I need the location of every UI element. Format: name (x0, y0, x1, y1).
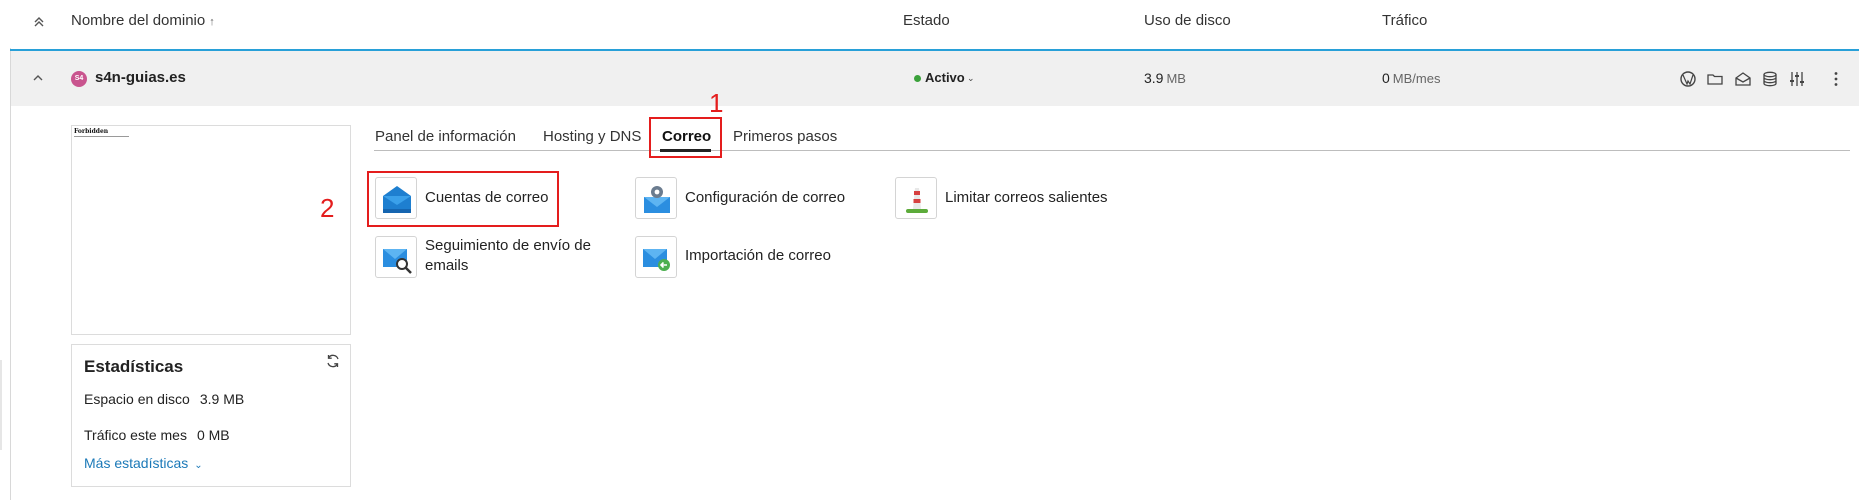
mail-tracking-tool[interactable] (375, 236, 417, 278)
stats-traffic-row: Tráfico este mes 0 MB (84, 427, 230, 443)
disk-usage-number: 3.9 (1144, 70, 1164, 86)
mail-import-label[interactable]: Importación de correo (685, 246, 831, 266)
wordpress-icon[interactable] (1678, 69, 1698, 89)
column-traffic[interactable]: Tráfico (1382, 12, 1427, 29)
tab-primeros-pasos[interactable]: Primeros pasos (733, 128, 837, 145)
status-dropdown[interactable]: Activo (925, 70, 965, 85)
mail-accounts-icon[interactable] (375, 177, 417, 219)
mail-tracking-label-line2: emails (425, 257, 469, 274)
chevron-down-icon[interactable]: ⌄ (967, 73, 975, 84)
stats-disk-label: Espacio en disco (84, 391, 190, 407)
statistics-title: Estadísticas (84, 357, 184, 376)
annotation-number-1: 1 (709, 88, 724, 118)
limit-outgoing-label[interactable]: Limitar correos salientes (945, 188, 1108, 208)
mail-tracking-icon[interactable] (375, 236, 417, 278)
mail-accounts-tool[interactable] (375, 177, 417, 219)
traffic-number: 0 (1382, 70, 1390, 86)
column-domain-label: Nombre del dominio (71, 12, 206, 29)
refresh-icon[interactable] (325, 353, 341, 369)
limit-outgoing-tool[interactable] (895, 177, 937, 219)
mail-settings-label[interactable]: Configuración de correo (685, 188, 845, 208)
collapse-all-icon[interactable] (28, 12, 50, 32)
sort-ascending-icon: ↑ (209, 16, 215, 28)
status-indicator (914, 75, 921, 82)
tab-hosting-dns[interactable]: Hosting y DNS (543, 128, 641, 145)
mail-import-tool[interactable] (635, 236, 677, 278)
column-status[interactable]: Estado (903, 12, 950, 29)
mail-tracking-label-line1: Seguimiento de envío de (425, 237, 591, 254)
tab-panel-informacion[interactable]: Panel de información (375, 128, 516, 145)
mail-settings-tool[interactable] (635, 177, 677, 219)
stats-disk-row: Espacio en disco 3.9 MB (84, 391, 244, 407)
mail-settings-icon[interactable] (635, 177, 677, 219)
left-edge-strip (0, 360, 2, 450)
tabs-divider (374, 150, 1850, 151)
disk-usage-unit: MB (1166, 71, 1186, 86)
folder-icon[interactable] (1705, 69, 1725, 89)
chevron-up-icon[interactable] (30, 70, 46, 86)
stats-traffic-value: 0 MB (196, 427, 230, 443)
more-statistics-label: Más estadísticas (84, 455, 189, 471)
thumbnail-text-line (74, 136, 129, 137)
more-statistics-link[interactable]: Más estadísticas ⌄ (84, 455, 203, 471)
domain-favicon: S4 (71, 71, 87, 87)
mail-tracking-label[interactable]: Seguimiento de envío de emails (425, 236, 591, 276)
domain-name-link[interactable]: s4n-guias.es (95, 69, 186, 86)
disk-usage-value: 3.9 MB (1144, 70, 1186, 86)
more-options-icon[interactable] (1826, 69, 1846, 89)
stats-traffic-label: Tráfico este mes (84, 427, 187, 443)
stats-disk-value: 3.9 MB (199, 391, 245, 407)
statistics-card: Estadísticas Espacio en disco 3.9 MB Tráf… (71, 344, 351, 487)
column-domain-name[interactable]: Nombre del dominio ↑ (71, 12, 215, 29)
limit-outgoing-icon[interactable] (895, 177, 937, 219)
chevron-down-icon: ⌄ (194, 460, 203, 471)
traffic-value: 0 MB/mes (1382, 70, 1440, 86)
table-header: Nombre del dominio ↑ Estado Uso de disco … (0, 0, 1859, 42)
mail-import-icon[interactable] (635, 236, 677, 278)
site-preview-thumbnail[interactable]: Forbidden (71, 125, 351, 335)
annotation-box-tab (649, 117, 722, 158)
mail-icon[interactable] (1733, 69, 1753, 89)
annotation-number-2: 2 (320, 193, 335, 223)
traffic-unit: MB/mes (1392, 71, 1441, 86)
column-disk-usage[interactable]: Uso de disco (1144, 12, 1231, 29)
database-icon[interactable] (1760, 69, 1780, 89)
thumbnail-title: Forbidden (74, 128, 109, 135)
settings-sliders-icon[interactable] (1787, 69, 1807, 89)
mail-accounts-label[interactable]: Cuentas de correo (425, 188, 548, 208)
